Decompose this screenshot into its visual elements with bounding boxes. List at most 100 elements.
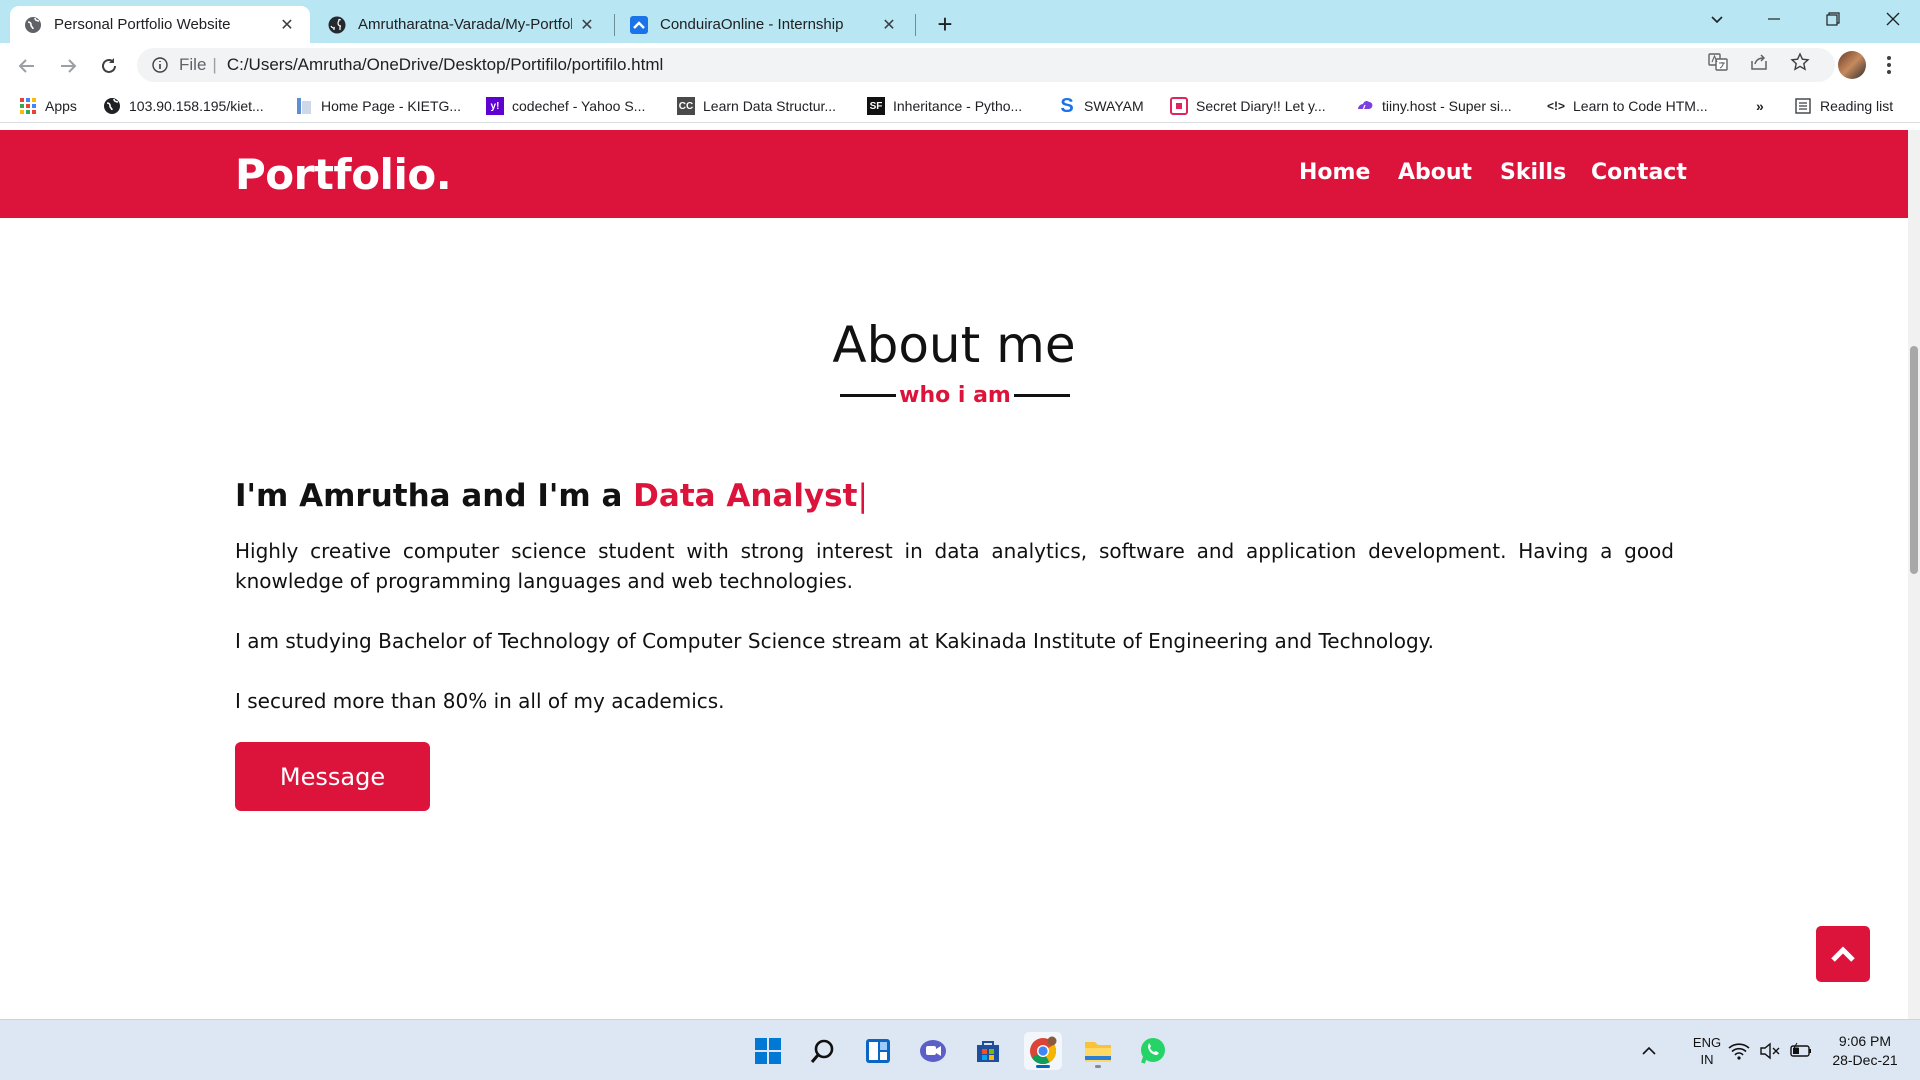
intro-prefix: I'm Amrutha and I'm a [235,478,634,514]
nav-skills-link[interactable]: Skills [1500,160,1566,185]
close-tab-icon[interactable]: ✕ [578,16,596,34]
show-hidden-icons-button[interactable] [1640,1020,1658,1080]
bookmark-learn-html[interactable]: <!> Learn to Code HTM... [1547,95,1708,117]
message-button[interactable]: Message [235,742,430,811]
browser-menu-icon[interactable] [1883,50,1895,80]
bookmark-codechef[interactable]: y! codechef - Yahoo S... [486,95,645,117]
windows-taskbar: ENG IN 9:06 PM 28-Dec-21 [0,1019,1920,1080]
widgets-icon[interactable] [859,1032,897,1070]
yahoo-icon: y! [486,97,504,115]
scroll-to-top-button[interactable] [1816,926,1870,982]
tab-personal-portfolio[interactable]: Personal Portfolio Website ✕ [10,6,310,43]
forward-button[interactable] [54,52,82,80]
subtitle-right-line [1013,393,1070,397]
system-clock[interactable]: 9:06 PM 28-Dec-21 [1826,1020,1904,1080]
browser-toolbar: File | C:/Users/Amrutha/OneDrive/Desktop… [0,43,1920,87]
nav-about-link[interactable]: About [1398,160,1472,185]
store-icon[interactable] [969,1032,1007,1070]
bookmark-inheritance-python[interactable]: SF Inheritance - Pytho... [867,95,1022,117]
close-window-button[interactable] [1866,0,1920,38]
bookmarks-bar: Apps 103.90.158.195/kiet... Home Page - … [0,87,1920,123]
address-bar[interactable]: File | C:/Users/Amrutha/OneDrive/Desktop… [137,48,1835,82]
chevron-up-icon [1830,945,1856,963]
swayam-icon: S [1060,94,1074,117]
region-code: IN [1700,1051,1714,1067]
chrome-icon[interactable] [1024,1032,1062,1070]
url-divider: | [212,55,217,74]
globe-icon [103,97,121,115]
cc-icon: CC [677,97,695,115]
tab-title: ConduiraOnline - Internship [660,16,844,33]
wifi-icon[interactable] [1728,1020,1750,1080]
search-icon[interactable] [804,1032,842,1070]
tab-search-icon[interactable] [1690,0,1744,38]
active-app-indicator [1036,1065,1050,1068]
code-icon: <!> [1547,99,1566,113]
bookmark-label: Home Page - KIETG... [321,98,462,114]
bookmarks-overflow-button[interactable]: » [1756,95,1764,117]
bookmark-star-icon[interactable] [1789,51,1811,73]
tab-divider [915,14,916,36]
bookmark-kietg-home[interactable]: Home Page - KIETG... [295,95,461,117]
nav-home-link[interactable]: Home [1299,160,1370,185]
reload-button[interactable] [95,52,123,80]
bookmark-label: tiiny.host - Super si... [1382,98,1512,114]
intro-role: Data Analyst [633,478,858,514]
tab-conduira[interactable]: ConduiraOnline - Internship ✕ [616,6,912,43]
bookmark-label: 103.90.158.195/kiet... [129,98,264,114]
bookmark-data-structures[interactable]: CC Learn Data Structur... [677,95,836,117]
about-paragraph-1: Highly creative computer science student… [235,539,1674,593]
diary-icon [1170,97,1188,115]
bookmark-secret-diary[interactable]: Secret Diary!! Let y... [1170,95,1326,117]
tiiny-icon [1356,97,1374,115]
portfolio-page: Portfolio. Home About Skills Contact Abo… [0,130,1908,1019]
url-text[interactable]: C:/Users/Amrutha/OneDrive/Desktop/Portif… [227,55,663,75]
bookmark-swayam[interactable]: S SWAYAM [1058,94,1144,117]
new-tab-button[interactable]: + [930,9,960,39]
teams-chat-icon[interactable] [914,1032,952,1070]
github-icon [328,16,346,34]
globe-icon [24,16,42,34]
about-subtitle: who i am [840,380,1070,410]
about-paragraph-2: I am studying Bachelor of Technology of … [235,629,1434,653]
bookmark-kiet-ip[interactable]: 103.90.158.195/kiet... [103,95,264,117]
bookmark-apps[interactable]: Apps [19,95,77,117]
about-heading: About me [832,316,1076,374]
nav-contact-link[interactable]: Contact [1591,160,1687,185]
site-logo[interactable]: Portfolio. [235,150,452,199]
restore-button[interactable] [1806,0,1860,38]
whatsapp-icon[interactable] [1134,1032,1172,1070]
bookmark-label: codechef - Yahoo S... [512,98,646,114]
close-tab-icon[interactable]: ✕ [278,16,296,34]
site-navbar: Portfolio. Home About Skills Contact [0,130,1908,218]
windows-start-icon[interactable] [749,1032,787,1070]
input-language-indicator[interactable]: ENG IN [1680,1020,1734,1080]
profile-avatar[interactable] [1838,51,1866,79]
reading-list-button[interactable]: Reading list [1794,95,1893,117]
page-scrollbar[interactable] [1908,130,1920,1019]
file-explorer-icon[interactable] [1079,1032,1117,1070]
reading-list-icon [1794,97,1812,115]
tab-divider [614,14,615,36]
conduira-icon [630,15,648,34]
running-app-indicator [1095,1065,1101,1068]
bookmark-label: Secret Diary!! Let y... [1196,98,1326,114]
translate-icon[interactable] [1707,51,1729,73]
intro-heading: I'm Amrutha and I'm a Data Analyst| [235,478,868,514]
language-code: ENG [1692,1034,1722,1050]
tab-github[interactable]: Amrutharatna-Varada/My-Portfol ✕ [314,6,610,43]
reading-list-label: Reading list [1820,98,1894,114]
subtitle-left-line [840,393,896,397]
share-icon[interactable] [1748,51,1770,73]
bookmark-tiiny-host[interactable]: tiiny.host - Super si... [1356,95,1512,117]
site-info-icon[interactable] [151,56,169,74]
scrollbar-thumb[interactable] [1910,346,1918,574]
bookmark-label: SWAYAM [1084,98,1144,114]
apps-grid-icon [19,97,37,115]
minimize-button[interactable] [1747,0,1801,38]
bookmark-label: Inheritance - Pytho... [893,98,1023,114]
back-button[interactable] [13,52,41,80]
volume-muted-icon[interactable] [1759,1020,1781,1080]
close-tab-icon[interactable]: ✕ [880,16,898,34]
battery-icon[interactable] [1789,1020,1813,1080]
